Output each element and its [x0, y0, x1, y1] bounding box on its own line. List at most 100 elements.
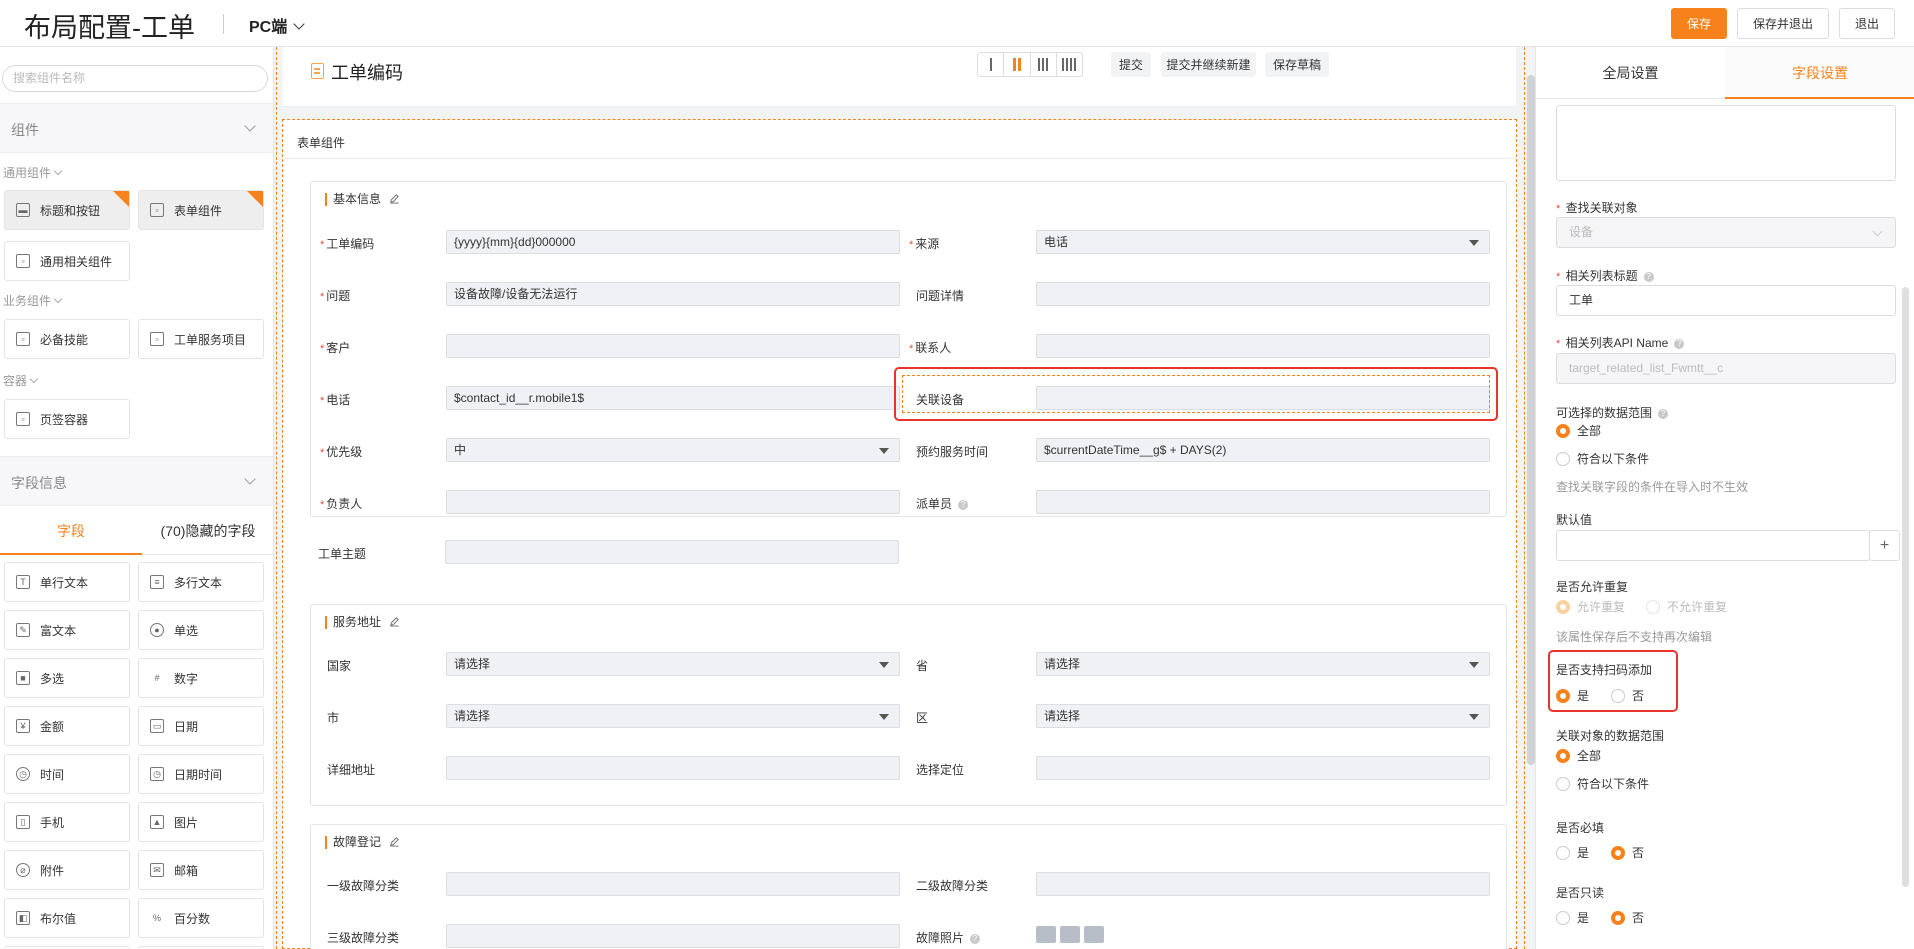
help-icon[interactable]: ?: [1658, 409, 1669, 419]
fault-cat3-field[interactable]: [446, 924, 900, 948]
four-column-option[interactable]: [1057, 53, 1082, 76]
section-fault-registration[interactable]: 故障登记 一级故障分类 二级故障分类 三级故障分类 故障照片?: [310, 824, 1507, 949]
component-related[interactable]: ▫ 通用相关组件: [4, 241, 130, 281]
contact-field[interactable]: [1036, 334, 1490, 358]
required-no-radio[interactable]: 否: [1611, 844, 1644, 861]
field-type-phone[interactable]: ▯ 手机: [4, 802, 130, 842]
components-section-header[interactable]: 组件: [0, 103, 273, 153]
section-service-address[interactable]: 服务地址 国家 请选择 省 请选择 市 请选择 区 请选择 详细地址 选择定位: [310, 604, 1507, 806]
dispatcher-field[interactable]: [1036, 490, 1490, 514]
field-type-amount[interactable]: ¥ 金额: [4, 706, 130, 746]
field-type-single-text[interactable]: T 单行文本: [4, 562, 130, 602]
scan-yes-radio[interactable]: 是: [1556, 687, 1589, 704]
submit-button[interactable]: 提交: [1111, 52, 1151, 77]
tab-field-settings[interactable]: 字段设置: [1725, 47, 1914, 99]
help-icon[interactable]: ?: [1643, 272, 1654, 282]
field-type-image[interactable]: ▲ 图片: [138, 802, 264, 842]
city-select[interactable]: 请选择: [446, 704, 900, 728]
list-title-input[interactable]: 工单: [1556, 285, 1896, 316]
group-container[interactable]: 容器: [3, 372, 39, 389]
pencil-icon[interactable]: [389, 836, 400, 847]
field-type-number[interactable]: # 数字: [138, 658, 264, 698]
priority-select[interactable]: 中: [446, 438, 900, 462]
source-select[interactable]: 电话: [1036, 230, 1490, 254]
pencil-icon[interactable]: [389, 616, 400, 627]
component-skills[interactable]: ▫ 必备技能: [4, 319, 130, 359]
range-all-radio[interactable]: 全部: [1556, 422, 1601, 439]
appointment-time-field[interactable]: $currentDateTime__g$ + DAYS(2): [1036, 438, 1490, 462]
pencil-icon[interactable]: [389, 193, 400, 204]
field-type-time[interactable]: ◷ 时间: [4, 754, 130, 794]
field-type-single-select[interactable]: ● 单选: [138, 610, 264, 650]
help-icon[interactable]: ?: [1674, 339, 1685, 349]
add-default-button[interactable]: +: [1869, 530, 1900, 561]
range-condition-radio[interactable]: 符合以下条件: [1556, 450, 1649, 467]
field-type-attachment[interactable]: ⌀ 附件: [4, 850, 130, 890]
fault-cat1-field[interactable]: [446, 872, 900, 896]
component-search-input[interactable]: 搜索组件名称: [2, 65, 268, 92]
save-button[interactable]: 保存: [1671, 8, 1727, 39]
group-common[interactable]: 通用组件: [3, 164, 63, 181]
save-exit-button[interactable]: 保存并退出: [1737, 8, 1829, 39]
component-service-items[interactable]: ▫ 工单服务项目: [138, 319, 264, 359]
lookup-object-select[interactable]: 设备: [1556, 217, 1896, 248]
scan-no-radio[interactable]: 否: [1611, 687, 1644, 704]
field-type-multi-text[interactable]: ≡ 多行文本: [138, 562, 264, 602]
title-buttons-block[interactable]: 工单编码 提交 提交并继续新建 保存草稿: [283, 47, 1516, 107]
default-value-input[interactable]: [1556, 530, 1870, 561]
help-icon[interactable]: ?: [958, 500, 969, 510]
code-field[interactable]: {yyyy}{mm}{dd}000000: [446, 230, 900, 254]
field-type-date[interactable]: ▭ 日期: [138, 706, 264, 746]
exit-button[interactable]: 退出: [1839, 8, 1895, 39]
component-tab-container[interactable]: ▫ 页签容器: [4, 399, 130, 439]
radio-label: 符合以下条件: [1577, 452, 1650, 466]
api-name-input[interactable]: target_related_list_Fwmtt__c: [1556, 353, 1896, 384]
field-type-percent[interactable]: % 百分数: [138, 898, 264, 938]
phone-field[interactable]: $contact_id__r.mobile1$: [446, 386, 900, 410]
section-basic-info[interactable]: 基本信息 * 工单编码 {yyyy}{mm}{dd}000000 * 来源 电话 *…: [310, 181, 1507, 517]
country-select[interactable]: 请选择: [446, 652, 900, 676]
field-type-boolean[interactable]: ◧ 布尔值: [4, 898, 130, 938]
problem-field[interactable]: 设备故障/设备无法运行: [446, 282, 900, 306]
province-select[interactable]: 请选择: [1036, 652, 1490, 676]
platform-dropdown[interactable]: PC端: [249, 13, 305, 37]
help-icon[interactable]: ?: [970, 934, 981, 944]
column-switcher[interactable]: [977, 52, 1083, 77]
canvas-scrollbar[interactable]: [1527, 75, 1535, 765]
one-column-option[interactable]: [978, 53, 1005, 76]
related-all-radio[interactable]: 全部: [1556, 747, 1601, 764]
group-business[interactable]: 业务组件: [3, 292, 63, 309]
customer-field[interactable]: [446, 334, 900, 358]
fault-cat2-field[interactable]: [1036, 872, 1490, 896]
save-draft-button[interactable]: 保存草稿: [1265, 52, 1329, 77]
readonly-no-radio[interactable]: 否: [1611, 909, 1644, 926]
settings-scrollbar[interactable]: [1902, 287, 1909, 887]
component-form[interactable]: ▫ 表单组件: [138, 190, 264, 230]
district-select[interactable]: 请选择: [1036, 704, 1490, 728]
selected-field-highlight[interactable]: [894, 367, 1498, 421]
no-duplicate-radio[interactable]: 不允许重复: [1646, 598, 1727, 615]
problem-detail-field[interactable]: [1036, 282, 1490, 306]
three-column-option[interactable]: [1031, 53, 1057, 76]
two-column-option[interactable]: [1004, 53, 1031, 76]
component-title-buttons[interactable]: ▬ 标题和按钮: [4, 190, 130, 230]
related-condition-radio[interactable]: 符合以下条件: [1556, 775, 1649, 792]
allow-duplicate-radio[interactable]: 允许重复: [1556, 598, 1625, 615]
owner-field[interactable]: [446, 490, 900, 514]
tab-global-settings[interactable]: 全局设置: [1536, 47, 1725, 99]
field-type-datetime[interactable]: ◷ 日期时间: [138, 754, 264, 794]
readonly-yes-radio[interactable]: 是: [1556, 909, 1589, 926]
locate-field[interactable]: [1036, 756, 1490, 780]
field-type-multi-select[interactable]: ■ 多选: [4, 658, 130, 698]
description-textarea[interactable]: [1556, 105, 1896, 181]
tab-hidden-fields[interactable]: (70)隐藏的字段: [142, 507, 273, 555]
address-detail-field[interactable]: [446, 756, 900, 780]
form-component-block[interactable]: 表单组件 基本信息 * 工单编码 {yyyy}{mm}{dd}000000 * 来源…: [282, 119, 1517, 949]
field-type-rich-text[interactable]: ✎ 富文本: [4, 610, 130, 650]
subject-field[interactable]: [445, 540, 899, 564]
tab-fields[interactable]: 字段: [0, 507, 142, 555]
required-yes-radio[interactable]: 是: [1556, 844, 1589, 861]
submit-continue-button[interactable]: 提交并继续新建: [1161, 52, 1256, 77]
field-type-email[interactable]: ✉ 邮箱: [138, 850, 264, 890]
field-section-header[interactable]: 字段信息: [0, 456, 273, 506]
